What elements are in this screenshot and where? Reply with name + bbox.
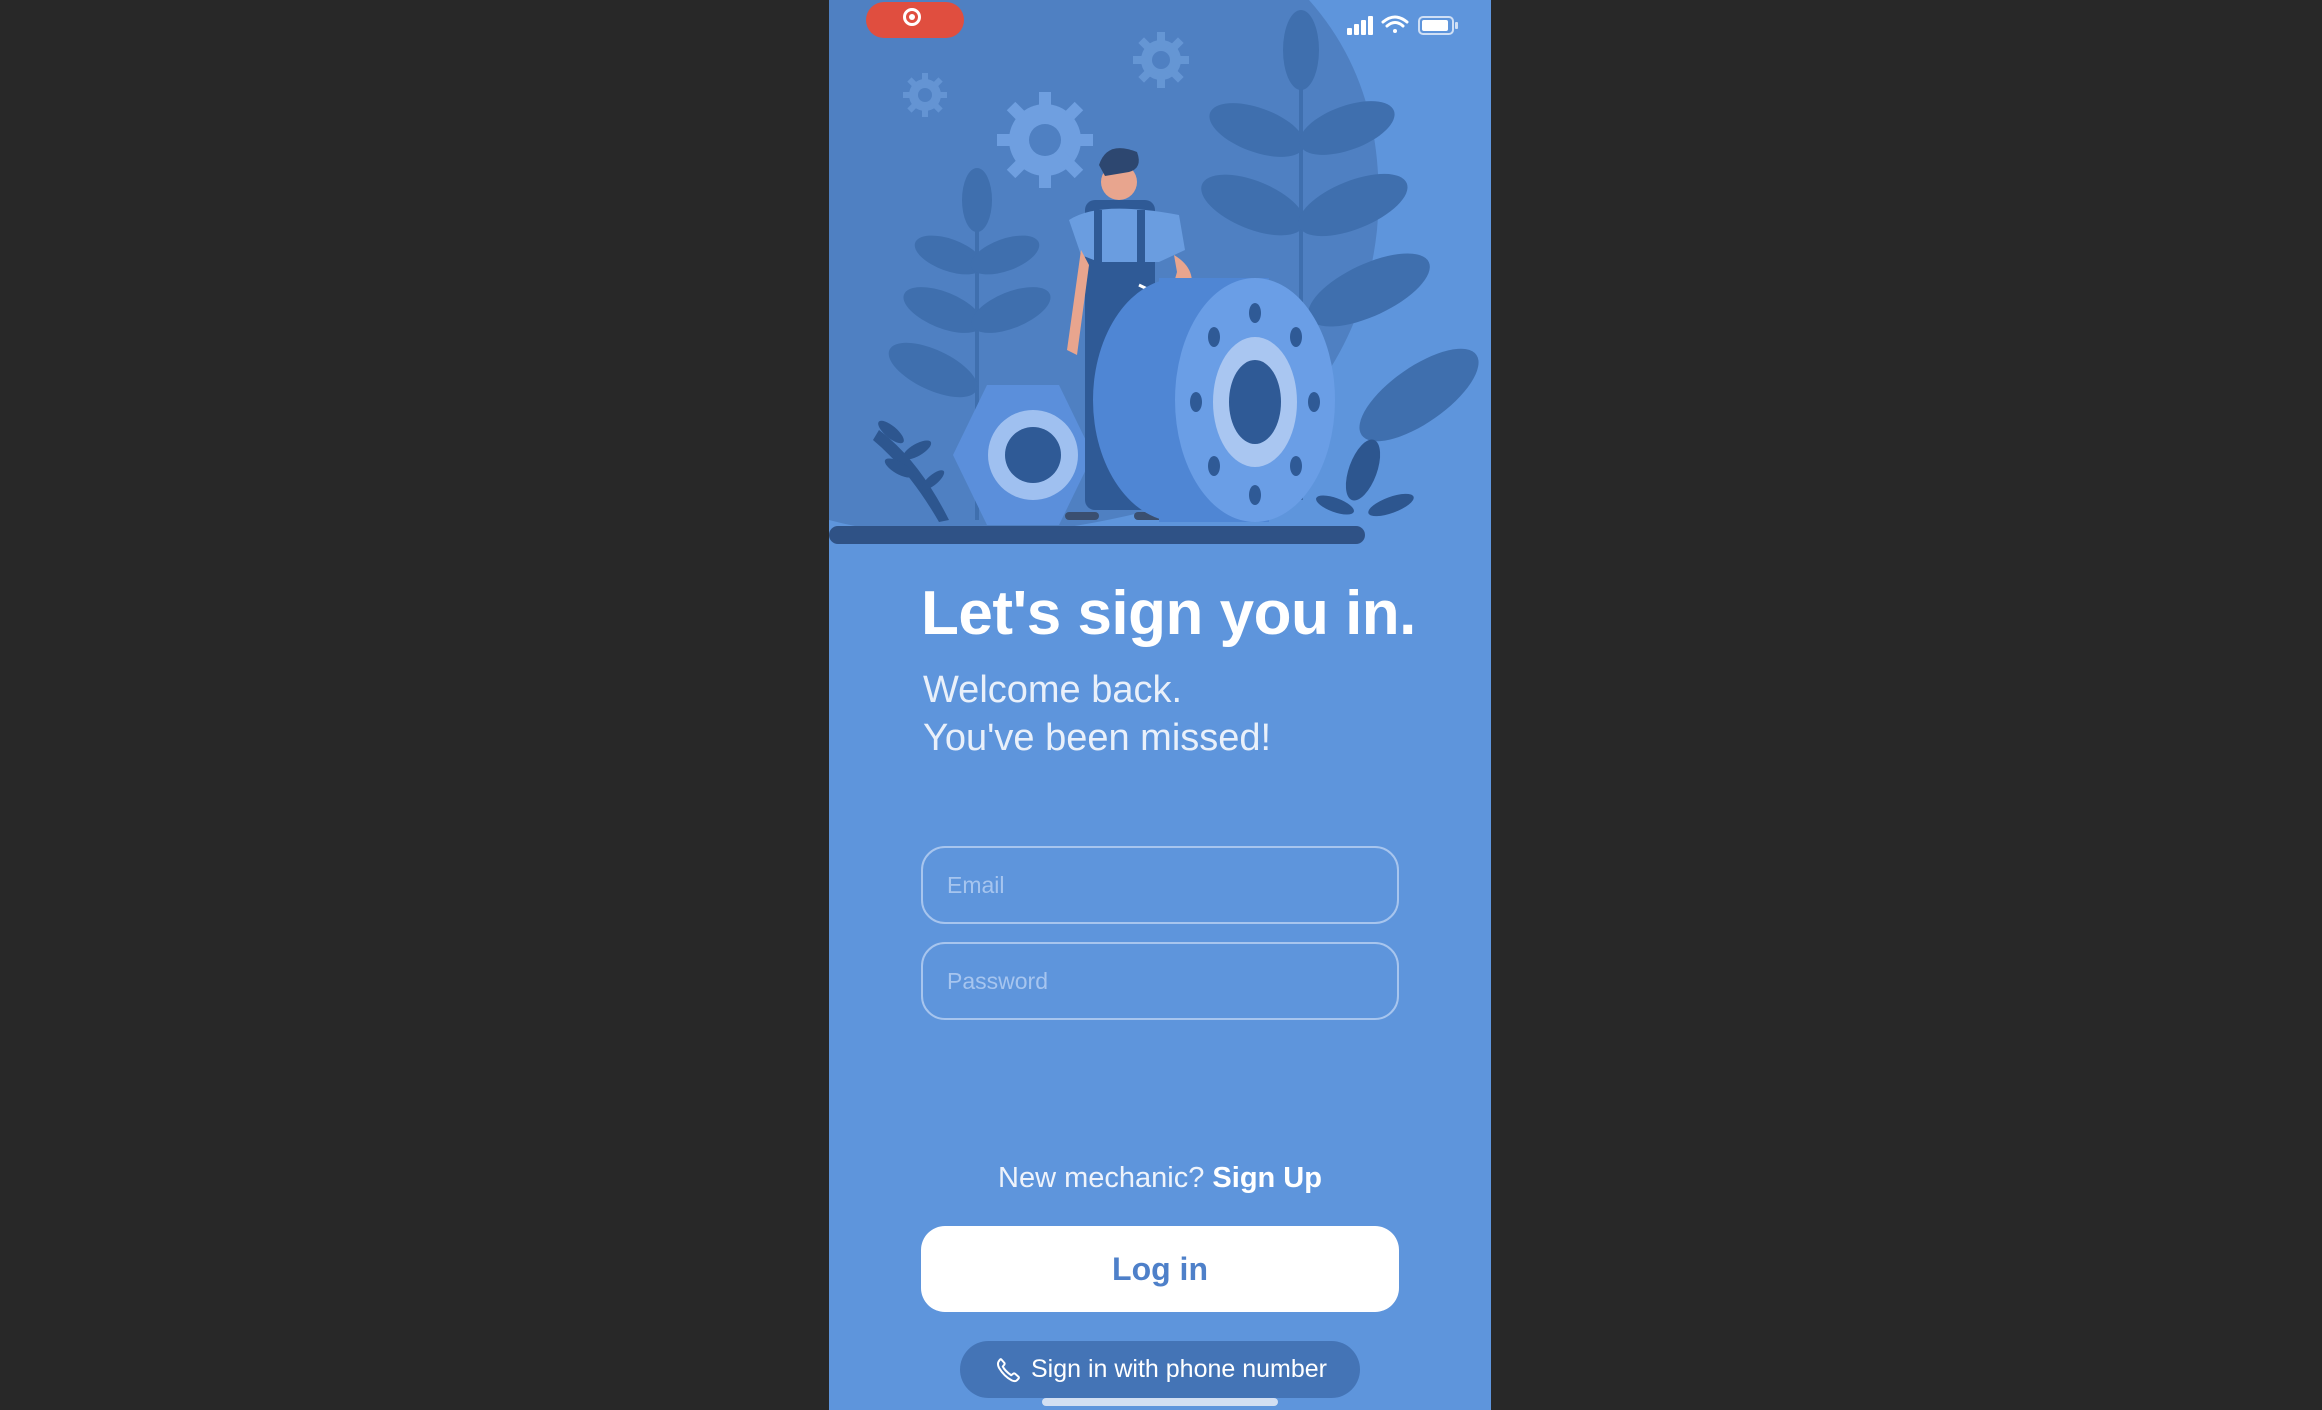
signup-prompt-row: New mechanic? Sign Up <box>829 1162 1491 1195</box>
phone-icon <box>996 1357 1020 1382</box>
login-button[interactable]: Log in <box>921 1226 1399 1312</box>
screen-recording-icon <box>903 8 921 26</box>
phone-signin-button[interactable]: Sign in with phone number <box>960 1341 1360 1398</box>
password-field-container <box>921 942 1399 1020</box>
screen-recording-indicator[interactable] <box>866 2 964 38</box>
page-title: Let's sign you in. <box>921 579 1416 648</box>
password-field[interactable] <box>923 944 1397 1018</box>
battery-icon <box>1418 16 1458 35</box>
wifi-icon <box>1381 15 1409 33</box>
status-bar <box>829 0 1491 50</box>
phone-signin-label: Sign in with phone number <box>1030 1355 1328 1383</box>
signup-prompt-text: New mechanic? <box>998 1162 1205 1194</box>
status-icons <box>1347 15 1458 35</box>
home-indicator[interactable] <box>1042 1398 1278 1406</box>
email-field-container <box>921 846 1399 924</box>
email-field[interactable] <box>923 848 1397 922</box>
mechanic-illustration <box>829 0 1479 544</box>
subtitle-missed: You've been missed! <box>923 717 1272 759</box>
subtitle-welcome: Welcome back. <box>923 669 1183 711</box>
signal-icon <box>1347 16 1373 35</box>
phone-screen: Let's sign you in. Welcome back. You've … <box>829 0 1491 1410</box>
signup-link[interactable]: Sign Up <box>1212 1162 1322 1194</box>
